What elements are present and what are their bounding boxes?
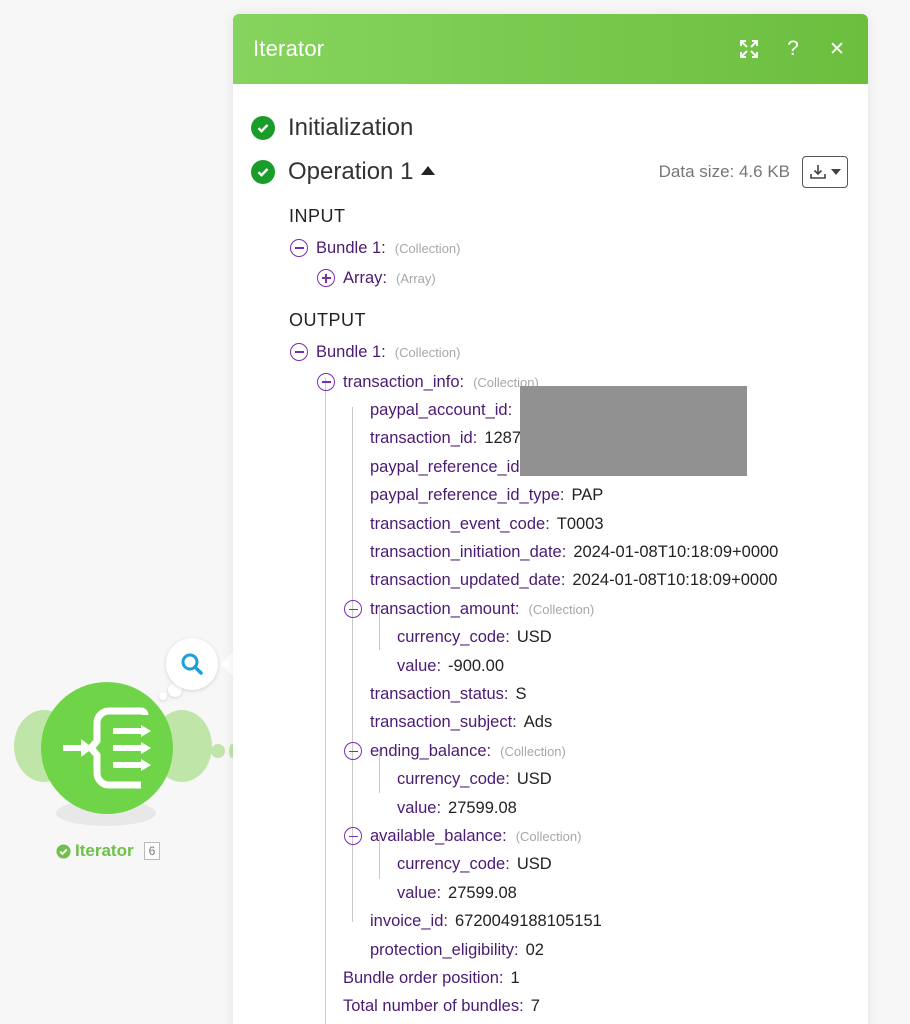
iterator-icon: [63, 707, 151, 789]
iterator-node[interactable]: [41, 682, 173, 814]
ending-balance-row[interactable]: ending_balance: (Collection): [344, 737, 848, 765]
input-tree: Bundle 1: (Collection) Array: (Array): [290, 232, 848, 292]
input-bundle-row[interactable]: Bundle 1: (Collection): [290, 232, 848, 264]
input-section-label: INPUT: [289, 206, 346, 226]
field-row[interactable]: currency_code: USD: [397, 851, 848, 879]
field-row[interactable]: transaction_updated_date: 2024-01-08T10:1…: [370, 567, 848, 595]
collapse-toggle-icon[interactable]: [344, 742, 362, 761]
collapse-toggle-icon[interactable]: [290, 343, 308, 361]
close-button[interactable]: ✕: [826, 38, 848, 60]
field-row[interactable]: Total number of bundles: 7: [343, 993, 848, 1021]
collapse-toggle-icon[interactable]: [344, 827, 362, 846]
collapse-toggle-icon[interactable]: [344, 600, 362, 619]
search-icon: [181, 653, 203, 675]
collapse-toggle-icon[interactable]: [290, 239, 308, 257]
available-balance-row[interactable]: available_balance: (Collection): [344, 822, 848, 850]
success-check-icon: [251, 160, 275, 184]
panel-body: Initialization Operation 1 Data size: 4.…: [233, 84, 868, 1024]
collapse-toggle-icon[interactable]: [317, 373, 335, 392]
field-row[interactable]: value: -900.00: [397, 652, 848, 680]
operation-label: Operation 1: [288, 158, 414, 185]
module-label: Iterator 6: [56, 840, 161, 862]
download-icon: [810, 165, 826, 179]
output-bundle-row[interactable]: Bundle 1: (Collection): [290, 336, 848, 368]
expand-icon: [740, 40, 758, 58]
success-check-icon: [251, 116, 275, 140]
close-icon: ✕: [829, 38, 845, 60]
help-icon: ?: [787, 37, 799, 60]
iterator-module[interactable]: [14, 680, 212, 826]
output-panel: Iterator ? ✕ Initialization Operation 1 …: [233, 14, 868, 1024]
input-array-row[interactable]: Array: (Array): [317, 264, 848, 292]
bubble-tail: [159, 692, 167, 700]
field-row[interactable]: transaction_subject: Ads: [370, 709, 848, 737]
field-row[interactable]: transaction_status: S: [370, 680, 848, 708]
field-row[interactable]: paypal_reference_id_type: PAP: [370, 482, 848, 510]
field-row[interactable]: transaction_event_code: T0003: [370, 510, 848, 538]
check-icon: [56, 843, 71, 859]
field-row[interactable]: currency_code: USD: [397, 624, 848, 652]
output-section-label: OUTPUT: [289, 310, 366, 330]
help-button[interactable]: ?: [782, 37, 804, 60]
expand-button[interactable]: [738, 38, 760, 60]
data-size: Data size: 4.6 KB: [658, 162, 790, 181]
download-button[interactable]: [802, 156, 848, 188]
field-row[interactable]: value: 27599.08: [397, 879, 848, 907]
field-row[interactable]: value: 27599.08: [397, 794, 848, 822]
redacted-block: [520, 386, 747, 476]
field-row[interactable]: invoice_id: 6720049188105151: [370, 907, 848, 935]
field-row[interactable]: Bundle order position: 1: [343, 964, 848, 992]
operation-row[interactable]: Operation 1 Data size: 4.6 KB: [251, 152, 848, 192]
dropdown-caret-icon: [831, 169, 841, 175]
collapse-caret-icon[interactable]: [421, 165, 436, 175]
initialization-row[interactable]: Initialization: [251, 108, 848, 148]
expand-toggle-icon[interactable]: [317, 269, 335, 287]
initialization-label: Initialization: [288, 114, 414, 141]
module-name: Iterator: [75, 841, 134, 860]
field-row[interactable]: transaction_initiation_date: 2024-01-08T1…: [370, 538, 848, 566]
inspect-bubble[interactable]: [166, 638, 218, 690]
field-row[interactable]: currency_code: USD: [397, 765, 848, 793]
panel-header: Iterator ? ✕: [233, 14, 868, 84]
connection-dot: [211, 744, 225, 758]
transaction-amount-row[interactable]: transaction_amount: (Collection): [344, 595, 848, 623]
field-row[interactable]: protection_eligibility: 02: [370, 936, 848, 964]
module-id-badge: 6: [143, 842, 161, 860]
panel-title: Iterator: [253, 36, 325, 61]
